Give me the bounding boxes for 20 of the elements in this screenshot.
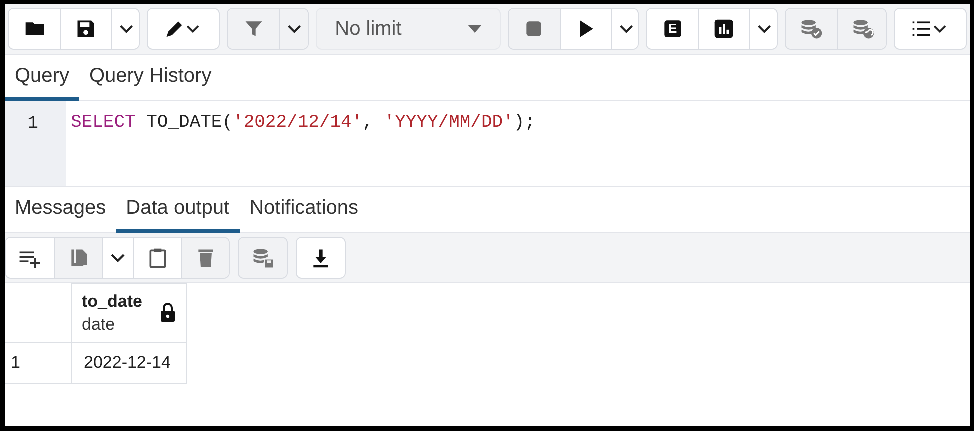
database-undo-icon bbox=[852, 18, 875, 40]
table-cell: 2022-12-14 bbox=[72, 342, 187, 384]
bar-chart-icon bbox=[713, 18, 736, 40]
dropdown-button[interactable] bbox=[111, 9, 139, 49]
tab[interactable]: Query History bbox=[79, 55, 222, 101]
code-line: SELECT TO_DATE('2022/12/14', 'YYYY/MM/DD'); bbox=[71, 113, 536, 133]
database-icon bbox=[252, 246, 274, 268]
column-name: to_date bbox=[82, 292, 142, 312]
dropdown-button[interactable] bbox=[610, 9, 638, 49]
column-type: date bbox=[82, 314, 116, 334]
tab[interactable]: Messages bbox=[5, 187, 116, 233]
dropdown-button[interactable] bbox=[749, 9, 778, 49]
row-limit-dropdown[interactable]: No limit bbox=[316, 8, 501, 50]
database-check-icon bbox=[800, 18, 824, 40]
row-number: 1 bbox=[5, 342, 72, 384]
line-number: 1 bbox=[26, 113, 40, 134]
dropdown-arrow-icon bbox=[468, 25, 482, 33]
explain-icon: E bbox=[662, 19, 683, 39]
column-header[interactable]: to_date date bbox=[72, 284, 187, 342]
tab[interactable]: Notifications bbox=[240, 187, 369, 233]
